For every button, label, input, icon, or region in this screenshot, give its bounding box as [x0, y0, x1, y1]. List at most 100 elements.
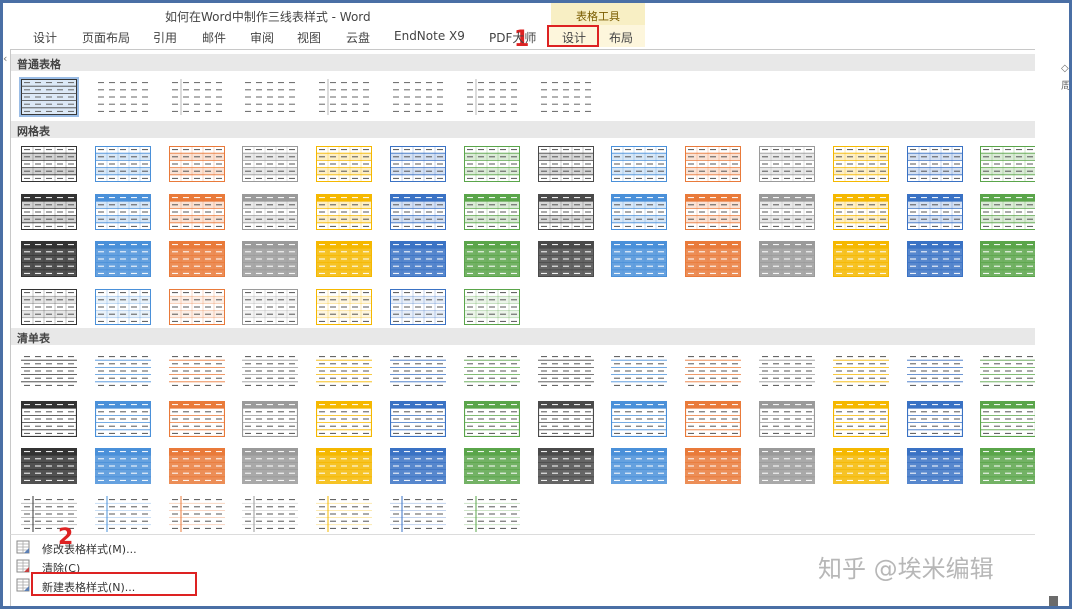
table-style-thumbnail[interactable]: [685, 146, 742, 183]
table-style-thumbnail[interactable]: [832, 353, 889, 389]
table-style-thumbnail[interactable]: [463, 448, 520, 484]
table-style-thumbnail[interactable]: [168, 79, 225, 115]
table-style-thumbnail[interactable]: [242, 146, 299, 183]
table-style-thumbnail[interactable]: [832, 241, 889, 278]
table-style-thumbnail[interactable]: [611, 400, 668, 437]
table-style-thumbnail[interactable]: [759, 448, 815, 484]
table-style-thumbnail[interactable]: [537, 146, 594, 183]
scroll-left-chevron-icon[interactable]: ‹: [3, 52, 7, 65]
tab-view[interactable]: 视图: [297, 29, 321, 46]
table-style-thumbnail[interactable]: [316, 400, 373, 437]
table-style-thumbnail[interactable]: [537, 79, 594, 115]
table-style-thumbnail[interactable]: [906, 400, 963, 437]
table-style-thumbnail[interactable]: [242, 79, 299, 115]
table-style-thumbnail[interactable]: [759, 241, 815, 278]
table-style-thumbnail[interactable]: [980, 193, 1037, 230]
tab-design[interactable]: 设计: [33, 29, 57, 46]
table-style-thumbnail[interactable]: [463, 146, 520, 183]
table-style-thumbnail[interactable]: [611, 353, 668, 389]
tab-table-layout[interactable]: 布局: [609, 29, 633, 46]
table-style-thumbnail[interactable]: [685, 448, 742, 484]
table-style-thumbnail[interactable]: [94, 400, 151, 437]
table-style-thumbnail[interactable]: [390, 193, 446, 230]
table-style-thumbnail[interactable]: [168, 495, 225, 532]
table-style-thumbnail[interactable]: [242, 353, 299, 389]
table-style-thumbnail[interactable]: [390, 448, 446, 484]
table-style-thumbnail[interactable]: [168, 288, 225, 325]
table-style-thumbnail[interactable]: [906, 241, 963, 278]
table-style-thumbnail[interactable]: [685, 193, 742, 230]
table-style-thumbnail[interactable]: [94, 288, 151, 325]
table-style-thumbnail[interactable]: [242, 448, 299, 484]
table-style-thumbnail[interactable]: [463, 353, 520, 389]
table-style-thumbnail[interactable]: [906, 193, 963, 230]
tab-endnote[interactable]: EndNote X9: [394, 29, 465, 43]
table-style-thumbnail[interactable]: [390, 288, 446, 325]
table-style-thumbnail[interactable]: [168, 193, 225, 230]
table-style-thumbnail[interactable]: [21, 288, 77, 325]
tab-mailings[interactable]: 邮件: [202, 29, 226, 46]
table-style-thumbnail[interactable]: [21, 146, 77, 183]
table-style-thumbnail[interactable]: [94, 146, 151, 183]
table-style-thumbnail[interactable]: [390, 495, 446, 532]
tab-review[interactable]: 审阅: [250, 29, 274, 46]
table-style-thumbnail[interactable]: [759, 146, 815, 183]
table-style-thumbnail[interactable]: [242, 495, 299, 532]
table-style-thumbnail[interactable]: [94, 448, 151, 484]
table-style-thumbnail[interactable]: [980, 241, 1037, 278]
table-style-thumbnail[interactable]: [685, 241, 742, 278]
table-style-thumbnail[interactable]: [94, 495, 151, 532]
table-style-thumbnail[interactable]: [537, 193, 594, 230]
table-style-thumbnail[interactable]: [980, 400, 1037, 437]
table-style-thumbnail[interactable]: [463, 288, 520, 325]
table-style-thumbnail[interactable]: [94, 353, 151, 389]
table-style-thumbnail[interactable]: [537, 241, 594, 278]
tab-cloud[interactable]: 云盘: [346, 29, 370, 46]
table-style-thumbnail[interactable]: [832, 146, 889, 183]
table-style-thumbnail[interactable]: [316, 353, 373, 389]
table-style-thumbnail[interactable]: [316, 448, 373, 484]
table-style-thumbnail[interactable]: [168, 241, 225, 278]
table-style-thumbnail[interactable]: [168, 146, 225, 183]
table-style-thumbnail[interactable]: [168, 353, 225, 389]
table-style-thumbnail[interactable]: [611, 146, 668, 183]
table-style-thumbnail[interactable]: [980, 146, 1037, 183]
table-style-thumbnail[interactable]: [316, 146, 373, 183]
table-style-thumbnail[interactable]: [758, 400, 816, 437]
table-style-thumbnail[interactable]: [463, 193, 520, 230]
table-style-thumbnail[interactable]: [20, 400, 78, 437]
table-style-thumbnail[interactable]: [316, 288, 373, 325]
table-style-thumbnail[interactable]: [611, 193, 668, 230]
table-style-thumbnail[interactable]: [94, 79, 151, 115]
table-style-thumbnail[interactable]: [685, 400, 742, 437]
table-style-thumbnail[interactable]: [242, 193, 299, 230]
table-style-thumbnail[interactable]: [389, 400, 447, 437]
table-style-thumbnail[interactable]: [21, 448, 77, 484]
tab-references[interactable]: 引用: [153, 29, 177, 46]
table-style-thumbnail[interactable]: [685, 353, 742, 389]
table-style-thumbnail[interactable]: [390, 241, 446, 278]
table-style-thumbnail[interactable]: [537, 400, 594, 437]
table-style-thumbnail[interactable]: [463, 241, 520, 278]
table-style-thumbnail[interactable]: [316, 495, 373, 532]
table-style-thumbnail[interactable]: [316, 241, 373, 278]
table-style-thumbnail[interactable]: [611, 448, 668, 484]
table-style-thumbnail[interactable]: [21, 193, 77, 230]
table-style-thumbnail[interactable]: [463, 495, 520, 532]
table-style-thumbnail[interactable]: [463, 400, 520, 437]
table-style-thumbnail[interactable]: [906, 353, 963, 389]
table-style-thumbnail[interactable]: [980, 353, 1037, 389]
table-style-thumbnail[interactable]: [759, 353, 815, 389]
table-style-thumbnail[interactable]: [19, 77, 79, 117]
tab-table-design[interactable]: 设计: [562, 29, 586, 46]
table-style-thumbnail[interactable]: [906, 448, 963, 484]
tab-page-layout[interactable]: 页面布局: [82, 29, 130, 46]
table-style-thumbnail[interactable]: [537, 353, 594, 389]
table-style-thumbnail[interactable]: [980, 448, 1037, 484]
table-style-thumbnail[interactable]: [611, 241, 668, 278]
scrollbar-corner[interactable]: [1049, 596, 1058, 606]
table-style-thumbnail[interactable]: [390, 146, 446, 183]
table-style-thumbnail[interactable]: [906, 146, 963, 183]
table-style-thumbnail[interactable]: [463, 79, 520, 115]
table-style-thumbnail[interactable]: [242, 400, 299, 437]
